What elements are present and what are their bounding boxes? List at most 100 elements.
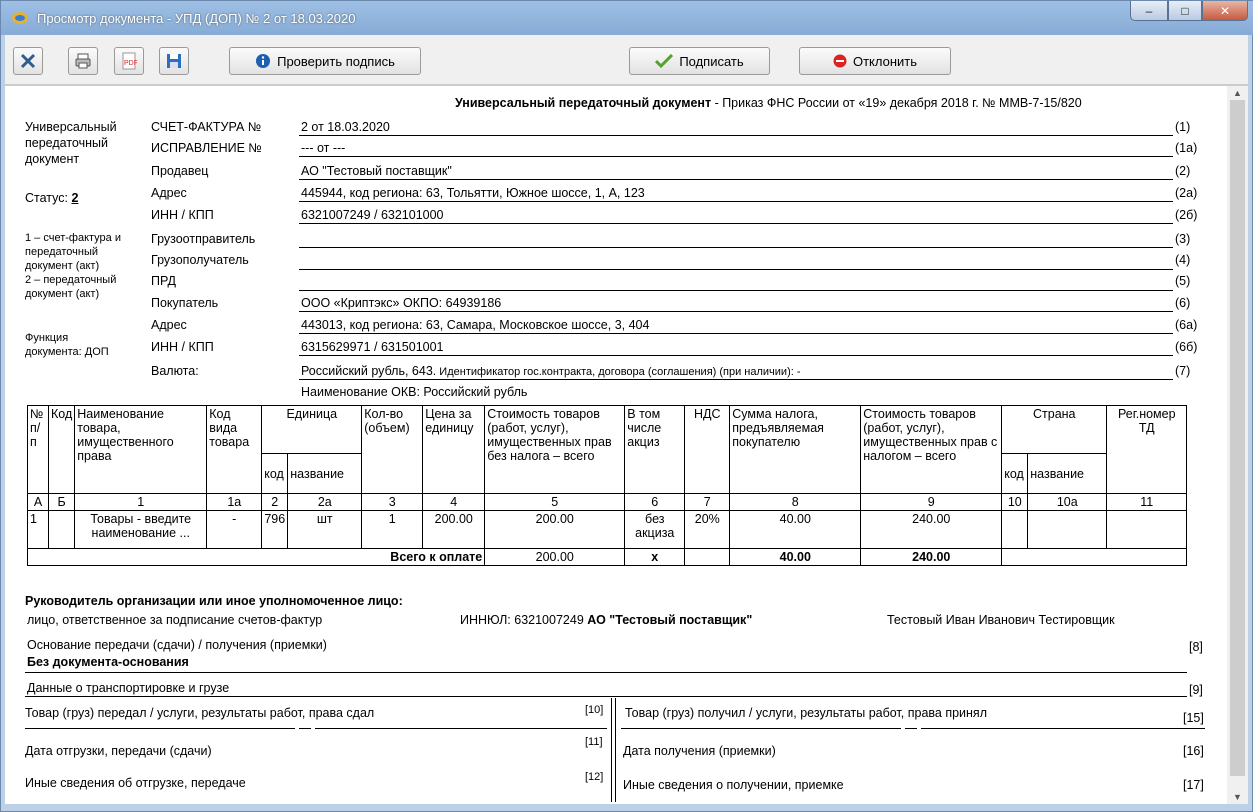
svg-text:PDF: PDF [124, 60, 137, 67]
innul-label: ИННЮЛ: 6321007249 [460, 613, 588, 627]
document-header-rest: - Приказ ФНС России от «19» декабря 2018… [711, 96, 1082, 110]
field-label-buyer-inn: ИНН / КПП [151, 340, 214, 354]
total-rest-empty [1001, 548, 1188, 566]
field-code-consignor: (3) [1175, 232, 1191, 246]
col-letter: 10 [1001, 493, 1029, 511]
field-label-seller-inn: ИНН / КПП [151, 208, 214, 222]
got-code: [15] [1183, 711, 1204, 725]
col-header-excise: В том числе акциз [624, 405, 686, 494]
recv-other-label: Иные сведения о получении, приемке [623, 778, 844, 792]
checkmark-icon [655, 54, 674, 68]
cell-kind: - [206, 510, 263, 549]
field-code-seller-address: (2а) [1175, 186, 1198, 200]
export-pdf-button[interactable]: PDF [114, 47, 144, 75]
total-tax: 40.00 [729, 548, 862, 566]
field-value-buyer: ООО «Криптэкс» ОКПО: 64939186 [301, 296, 502, 310]
responsible-label: лицо, ответственное за подписание счетов… [27, 613, 323, 627]
field-code-buyer: (6) [1175, 296, 1191, 310]
field-label-seller: Продавец [151, 164, 209, 178]
verify-signature-button[interactable]: Проверить подпись [229, 47, 421, 75]
col-letter: 2а [287, 493, 363, 511]
got-label: Товар (груз) получил / услуги, результат… [625, 706, 987, 720]
field-code-consignee: (4) [1175, 253, 1191, 267]
vertical-scrollbar[interactable]: ▲ ▼ [1227, 86, 1248, 804]
field-value-seller-inn: 6321007249 / 632101000 [301, 208, 444, 222]
col-letter: 7 [684, 493, 731, 511]
document-view[interactable]: Универсальный передаточный документ - Пр… [5, 86, 1227, 804]
field-value-seller-address: 445944, код региона: 63, Тольятти, Южное… [301, 186, 645, 200]
cell-price: 200.00 [422, 510, 486, 549]
doc-type-line2: передаточный [25, 136, 108, 150]
field-code-prd: (5) [1175, 274, 1191, 288]
field-label-correction: ИСПРАВЛЕНИЕ № [151, 141, 262, 155]
ship-other-label: Иные сведения об отгрузке, передаче [25, 776, 246, 790]
field-value-buyer-address: 443013, код региона: 63, Самара, Московс… [301, 318, 650, 332]
basis-label: Основание передачи (сдачи) / получения (… [27, 638, 327, 652]
col-header-vat: НДС [684, 405, 731, 494]
field-value-invoice: 2 от 18.03.2020 [301, 120, 390, 134]
footer-divider [615, 698, 616, 802]
minimize-button[interactable]: – [1130, 1, 1168, 21]
document-viewer-window: Просмотр документа - УПД (ДОП) № 2 от 18… [0, 0, 1253, 812]
cell-unit-code: 796 [261, 510, 289, 549]
cell-country-name [1027, 510, 1108, 549]
print-button[interactable] [68, 47, 98, 75]
tools-button[interactable] [13, 47, 43, 75]
status-desc-3: документ (акт) [25, 260, 100, 272]
contract-id: Идентификатор гос.контракта, договора (с… [436, 366, 801, 378]
total-cost: 200.00 [484, 548, 626, 566]
col-header-unit-code: код [261, 453, 289, 494]
sign-button[interactable]: Подписать [629, 47, 770, 75]
scroll-up-icon[interactable]: ▲ [1227, 86, 1248, 100]
cell-vat: 20% [684, 510, 731, 549]
col-header-kind: Код вида товара [206, 405, 263, 494]
recv-other-code: [17] [1183, 778, 1204, 792]
status-value: 2 [71, 191, 79, 205]
reject-label: Отклонить [852, 53, 918, 69]
col-letter: 9 [860, 493, 1003, 511]
cell-tax: 40.00 [729, 510, 862, 549]
transport-code: [9] [1189, 683, 1203, 697]
field-value-currency: Российский рубль, 643. Идентификатор гос… [301, 364, 801, 378]
close-button[interactable]: ✕ [1202, 1, 1248, 21]
cell-country-code [1001, 510, 1029, 549]
maximize-button[interactable]: □ [1168, 1, 1202, 21]
cell-reg [1106, 510, 1188, 549]
toolbar: PDF Проверить подпись Подписать Отклонит… [5, 35, 1248, 85]
scrollbar-thumb[interactable] [1230, 100, 1245, 776]
col-header-country-name: название [1027, 453, 1108, 494]
app-icon [11, 10, 29, 26]
goods-table: № п/п Код Наименование товара, имуществе… [26, 405, 1188, 566]
total-vat-empty [684, 548, 731, 566]
innul-row: ИННЮЛ: 6321007249 АО "Тестовый поставщик… [460, 613, 752, 627]
status-desc-5: документ (акт) [25, 288, 100, 300]
reject-button[interactable]: Отклонить [799, 47, 951, 75]
col-header-unit: Единица [261, 405, 363, 454]
field-label-buyer-address: Адрес [151, 318, 187, 332]
col-letter: 6 [624, 493, 686, 511]
total-total: 240.00 [860, 548, 1003, 566]
tools-icon [19, 52, 37, 70]
scroll-down-icon[interactable]: ▼ [1227, 790, 1248, 804]
recv-date-code: [16] [1183, 744, 1204, 758]
save-button[interactable] [159, 47, 189, 75]
info-icon [255, 53, 271, 69]
field-code-seller: (2) [1175, 164, 1191, 178]
status-row: Статус: 2 [25, 191, 78, 205]
field-value-buyer-inn: 6315629971 / 631501001 [301, 340, 444, 354]
pdf-icon: PDF [121, 52, 137, 70]
verify-signature-label: Проверить подпись [277, 53, 395, 69]
col-header-cost: Стоимость товаров (работ, услуг), имущес… [484, 405, 626, 494]
col-letter: 1 [74, 493, 208, 511]
cell-unit-name: шт [287, 510, 363, 549]
doc-type-line3: документ [25, 152, 80, 166]
gave-label: Товар (груз) передал / услуги, результат… [25, 706, 375, 720]
ship-date-code: [11] [585, 736, 603, 748]
table-row[interactable]: 1 Товары - введите наименование ... - 79… [27, 510, 1188, 549]
col-header-qty: Кол-во (объем) [361, 405, 424, 494]
col-letter: 3 [361, 493, 424, 511]
signer-name: Тестовый Иван Иванович Тестировщик [887, 613, 1115, 627]
field-code-correction: (1а) [1175, 141, 1198, 155]
field-label-buyer: Покупатель [151, 296, 219, 310]
total-label: Всего к оплате [26, 548, 486, 566]
